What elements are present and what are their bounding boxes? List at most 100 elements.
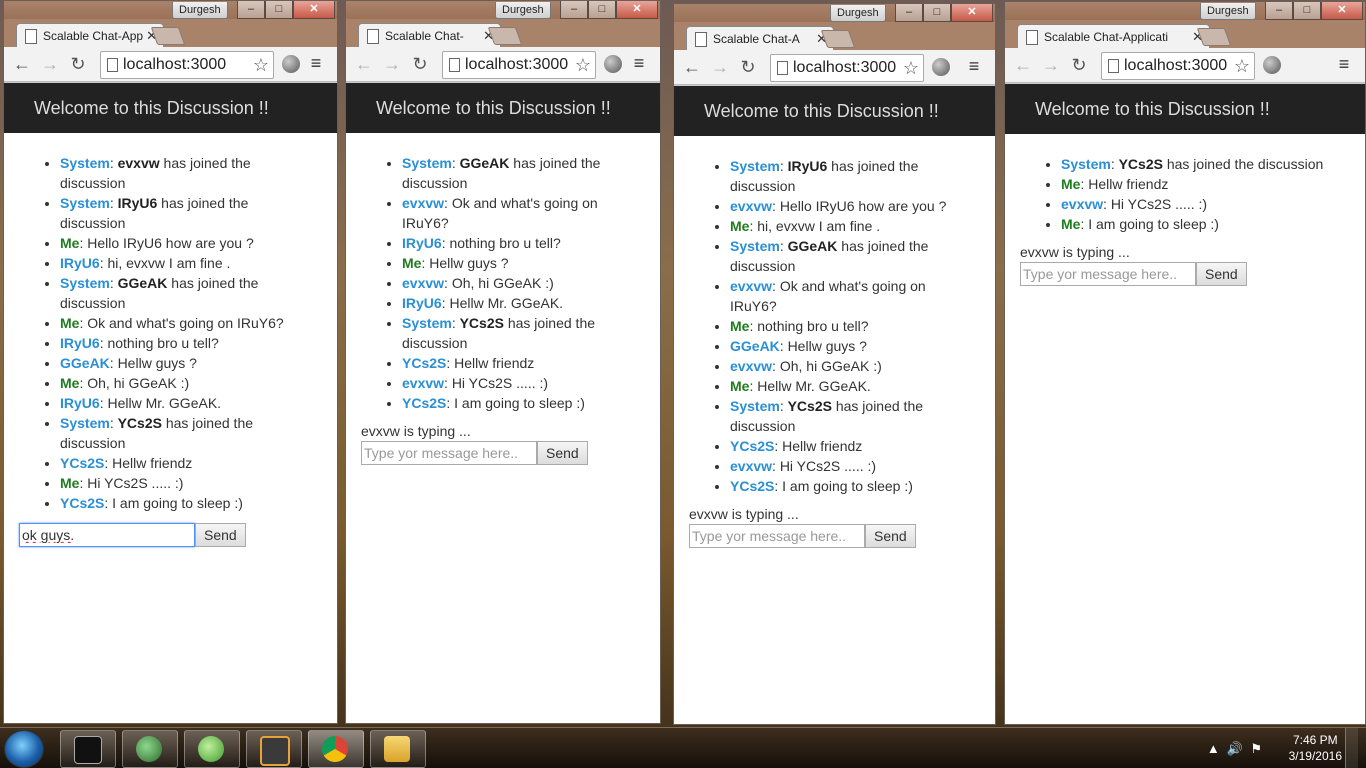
- url-text: localhost:3000: [123, 56, 227, 73]
- reload-icon[interactable]: ↻: [1069, 55, 1089, 75]
- url-text: localhost:3000: [1124, 57, 1228, 74]
- task-chrome[interactable]: [308, 730, 364, 768]
- tab-title: Scalable Chat-Applicati: [1044, 30, 1169, 44]
- back-arrow-icon[interactable]: ←: [682, 57, 702, 77]
- message-input[interactable]: [361, 441, 537, 465]
- chat-message: Me: Ok and what's going on IRuY6?: [60, 313, 317, 333]
- send-button[interactable]: Send: [1196, 262, 1247, 286]
- extension-icon[interactable]: [282, 55, 300, 73]
- message-input[interactable]: [1020, 262, 1196, 286]
- menu-icon[interactable]: ≡: [307, 52, 325, 74]
- back-arrow-icon[interactable]: ←: [354, 54, 374, 74]
- browser-window: Durgesh – □ ✕ Scalable Chat-Applicati ✕ …: [1004, 1, 1366, 725]
- message-sender: System: [402, 155, 452, 171]
- address-bar[interactable]: localhost:3000 ☆: [100, 51, 274, 79]
- menu-icon[interactable]: ≡: [965, 55, 983, 77]
- chat-message: YCs2S: I am going to sleep :): [402, 393, 640, 413]
- minimize-button[interactable]: –: [895, 4, 923, 22]
- profile-badge[interactable]: Durgesh: [1200, 3, 1256, 20]
- message-list: System: GGeAK has joined the discussione…: [346, 153, 660, 413]
- forward-arrow-icon[interactable]: →: [382, 54, 402, 74]
- bookmark-star-icon[interactable]: ☆: [1231, 53, 1250, 79]
- task-globe[interactable]: [122, 730, 178, 768]
- close-window-button[interactable]: ✕: [951, 4, 993, 22]
- task-utorrent[interactable]: [184, 730, 240, 768]
- message-text: : Hello IRyU6 how are you ?: [79, 235, 254, 251]
- reload-icon[interactable]: ↻: [410, 54, 430, 74]
- message-sender: Me: [1061, 216, 1081, 232]
- task-sublime[interactable]: [246, 730, 302, 768]
- menu-icon[interactable]: ≡: [1335, 53, 1353, 75]
- message-sender: evxvw: [402, 275, 445, 291]
- message-text: : nothing bro u tell?: [441, 235, 561, 251]
- maximize-button[interactable]: □: [588, 1, 616, 19]
- bookmark-star-icon[interactable]: ☆: [900, 55, 919, 81]
- new-tab-button[interactable]: [820, 30, 856, 48]
- back-arrow-icon[interactable]: ←: [1013, 55, 1033, 75]
- chat-message: evxvw: Hi YCs2S ..... :): [730, 456, 975, 476]
- chat-message: evxvw: Oh, hi GGeAK :): [730, 356, 975, 376]
- minimize-button[interactable]: –: [237, 1, 265, 19]
- tab-chat-app[interactable]: Scalable Chat-App ✕: [16, 23, 164, 48]
- chat-message: Me: Hi YCs2S ..... :): [60, 473, 317, 493]
- minimize-button[interactable]: –: [1265, 2, 1293, 20]
- new-tab-button[interactable]: [487, 27, 523, 45]
- window-controls: – □ ✕: [560, 1, 658, 19]
- message-input[interactable]: [19, 523, 195, 547]
- message-text: : hi, evxvw I am fine .: [749, 218, 881, 234]
- address-bar[interactable]: localhost:3000 ☆: [442, 51, 596, 79]
- menu-icon[interactable]: ≡: [630, 52, 648, 74]
- message-form: Send: [1020, 262, 1365, 286]
- reload-icon[interactable]: ↻: [738, 57, 758, 77]
- message-input[interactable]: [689, 524, 865, 548]
- extension-icon[interactable]: [604, 55, 622, 73]
- bookmark-star-icon[interactable]: ☆: [572, 52, 591, 78]
- chat-message: evxvw: Ok and what's going on IRuY6?: [402, 193, 640, 233]
- back-arrow-icon[interactable]: ←: [12, 54, 32, 74]
- extension-icon[interactable]: [932, 58, 950, 76]
- message-sender: Me: [730, 318, 750, 334]
- chat-message: Me: Hellw guys ?: [402, 253, 640, 273]
- bookmark-star-icon[interactable]: ☆: [250, 52, 269, 78]
- close-window-button[interactable]: ✕: [293, 1, 335, 19]
- forward-arrow-icon[interactable]: →: [40, 54, 60, 74]
- tray-icons[interactable]: ▲ 🔊 ⚑: [1207, 741, 1262, 757]
- address-bar[interactable]: localhost:3000 ☆: [770, 54, 924, 82]
- task-explorer[interactable]: [370, 730, 426, 768]
- chat-message: Me: I am going to sleep :): [1061, 214, 1345, 234]
- page-header: Welcome to this Discussion !!: [674, 86, 995, 136]
- message-sender: GGeAK: [730, 338, 780, 354]
- tab-title: Scalable Chat-A: [713, 32, 800, 46]
- new-tab-button[interactable]: [1196, 28, 1232, 46]
- close-window-button[interactable]: ✕: [1321, 2, 1363, 20]
- address-bar[interactable]: localhost:3000 ☆: [1101, 52, 1255, 80]
- start-button[interactable]: [4, 730, 44, 768]
- minimize-button[interactable]: –: [560, 1, 588, 19]
- profile-badge[interactable]: Durgesh: [172, 2, 228, 19]
- chat-message: IRyU6: Hellw Mr. GGeAK.: [60, 393, 317, 413]
- forward-arrow-icon[interactable]: →: [710, 57, 730, 77]
- new-tab-button[interactable]: [150, 27, 186, 45]
- page-header: Welcome to this Discussion !!: [346, 83, 660, 133]
- tab-chat-app[interactable]: Scalable Chat-Applicati ✕: [1017, 24, 1210, 49]
- task-cmd[interactable]: [60, 730, 116, 768]
- maximize-button[interactable]: □: [923, 4, 951, 22]
- reload-icon[interactable]: ↻: [68, 54, 88, 74]
- message-sender: System: [60, 415, 110, 431]
- clock[interactable]: 7:46 PM 3/19/2016: [1289, 732, 1342, 764]
- maximize-button[interactable]: □: [265, 1, 293, 19]
- profile-badge[interactable]: Durgesh: [830, 5, 886, 22]
- send-button[interactable]: Send: [195, 523, 246, 547]
- tab-chat-app[interactable]: Scalable Chat- ✕: [358, 23, 501, 48]
- profile-badge[interactable]: Durgesh: [495, 2, 551, 19]
- send-button[interactable]: Send: [865, 524, 916, 548]
- send-button[interactable]: Send: [537, 441, 588, 465]
- close-window-button[interactable]: ✕: [616, 1, 658, 19]
- show-desktop-button[interactable]: [1345, 728, 1358, 768]
- extension-icon[interactable]: [1263, 56, 1281, 74]
- tab-chat-app[interactable]: Scalable Chat-A ✕: [686, 26, 834, 51]
- forward-arrow-icon[interactable]: →: [1041, 55, 1061, 75]
- typing-indicator: evxvw is typing ...: [689, 506, 799, 522]
- maximize-button[interactable]: □: [1293, 2, 1321, 20]
- window-controls: – □ ✕: [895, 4, 993, 22]
